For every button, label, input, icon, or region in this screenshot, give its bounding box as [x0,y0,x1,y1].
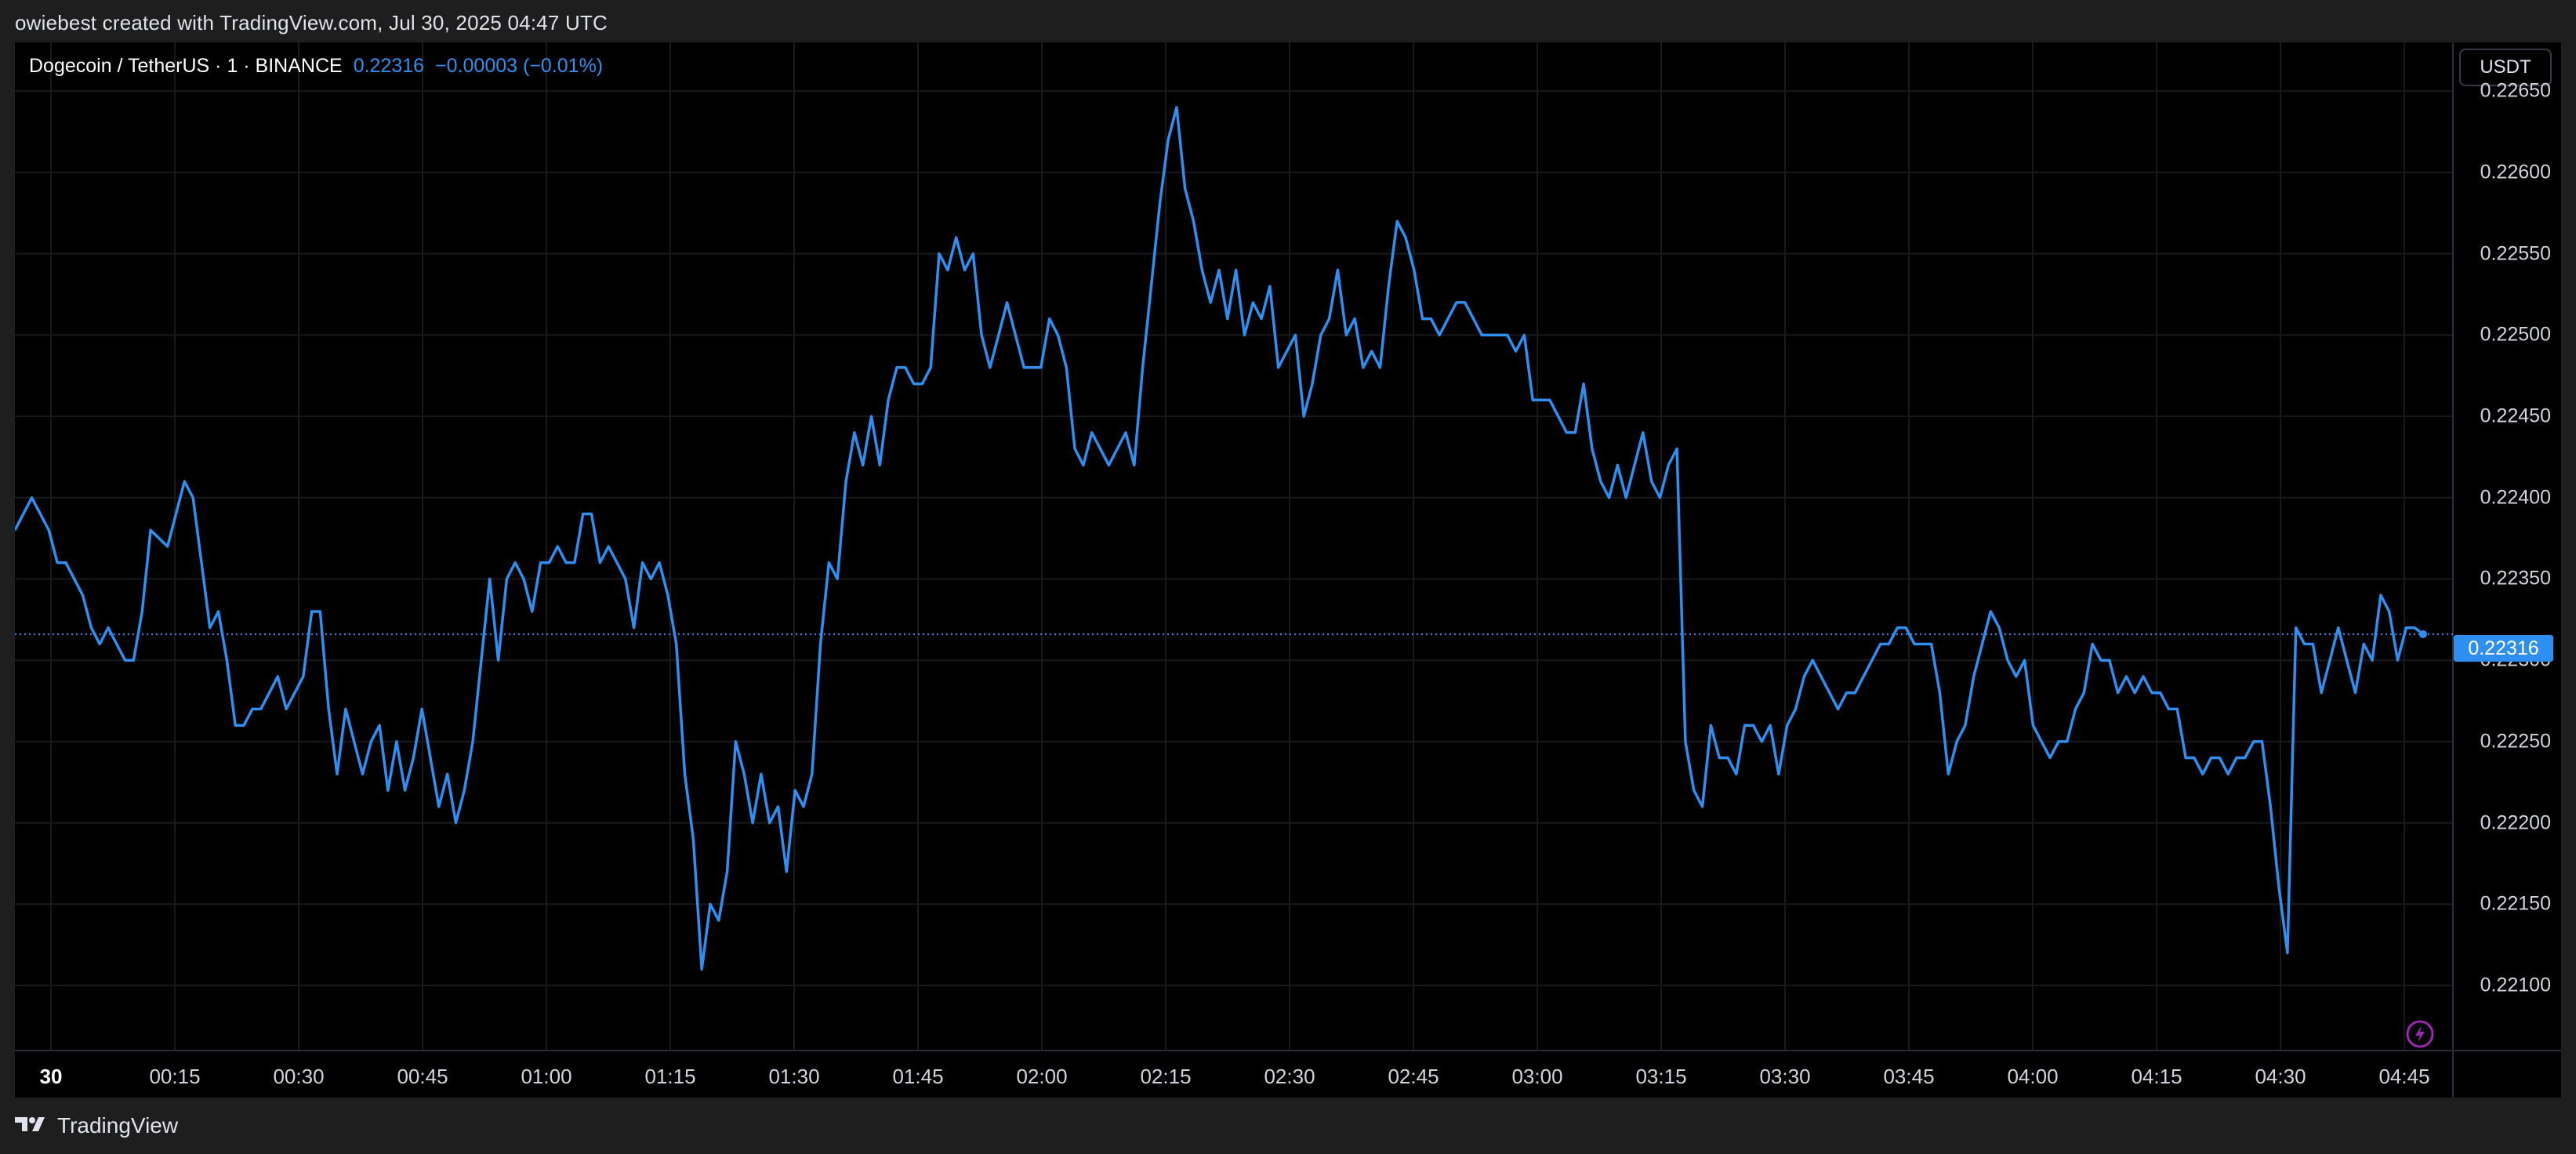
price-tick-label: 0.22400 [2480,486,2551,509]
price-chart [15,42,2561,1098]
time-tick-label: 01:30 [768,1065,820,1088]
time-tick-label: 02:15 [1140,1065,1192,1088]
current-price-tag: 0.22316 [2454,635,2553,662]
time-tick-label: 02:30 [1264,1065,1315,1088]
price-tick-label: 0.22150 [2480,892,2551,915]
price-series-line[interactable] [15,106,2425,971]
time-tick-label: 03:15 [1635,1065,1687,1088]
time-tick-label: 01:15 [644,1065,696,1088]
legend-change: −0.00003 (−0.01%) [435,55,604,77]
price-tick-label: 0.22200 [2480,811,2551,834]
time-tick-label: 01:00 [521,1065,572,1088]
time-tick-label: 02:00 [1016,1065,1068,1088]
price-tick-label: 0.22550 [2480,242,2551,265]
price-tick-label: 0.22650 [2480,79,2551,102]
time-tick-label: 04:15 [2131,1065,2182,1088]
symbol-title[interactable]: Dogecoin / TetherUS · 1 · BINANCE [29,55,343,78]
price-tick-label: 0.22450 [2480,405,2551,427]
price-tick-label: 0.22250 [2480,730,2551,753]
price-tick-label: 0.22600 [2480,161,2551,183]
time-tick-label: 00:45 [397,1065,448,1088]
tradingview-logo-icon [15,1113,51,1138]
time-tick-label: 02:45 [1388,1065,1439,1088]
time-tick-label: 01:45 [892,1065,944,1088]
chart-attribution: owiebest created with TradingView.com, J… [15,11,608,34]
footer-brand[interactable]: TradingView [15,1113,178,1138]
time-tick-label: 00:30 [273,1065,325,1088]
time-tick-label: 30 [39,1065,63,1088]
brand-name: TradingView [57,1113,179,1138]
time-tick-label: 00:15 [149,1065,201,1088]
last-point-marker [2419,630,2427,639]
lightning-bolt-icon[interactable] [2405,1019,2435,1049]
price-tick-label: 0.22500 [2480,323,2551,346]
price-tick-label: 0.22350 [2480,567,2551,590]
time-tick-label: 04:45 [2378,1065,2430,1088]
time-tick-label: 03:30 [1759,1065,1811,1088]
time-tick-label: 03:45 [1883,1065,1935,1088]
price-tick-label: 0.22100 [2480,974,2551,996]
symbol-legend[interactable]: Dogecoin / TetherUS · 1 · BINANCE 0.2231… [29,55,603,78]
time-tick-label: 04:30 [2255,1065,2306,1088]
time-tick-label: 04:00 [2007,1065,2059,1088]
time-tick-label: 03:00 [1511,1065,1563,1088]
chart-pane[interactable] [15,42,2561,1098]
legend-last-price: 0.22316 [353,55,425,77]
